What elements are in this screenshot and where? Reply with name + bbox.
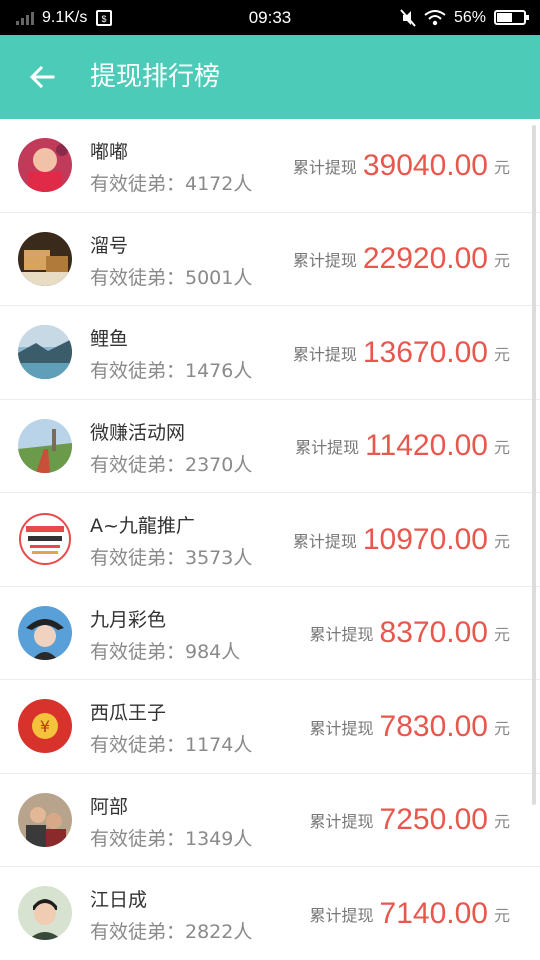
withdrawal-label: 累计提现 [292,344,357,364]
disciple-count: 有效徒弟：2822人 [90,921,253,943]
withdrawal-label: 累计提现 [309,905,374,925]
disciple-count: 有效徒弟：4172人 [90,173,253,195]
back-button[interactable] [20,57,64,97]
app-bar: 提现排行榜 [0,35,540,119]
withdrawal-amount: 39040.00 [362,148,488,182]
disciple-count: 有效徒弟：1349人 [90,827,253,850]
withdrawal-total: 累计提现 10970.00 元 [293,493,510,586]
withdrawal-amount: 13670.00 [362,335,488,369]
user-name: 九月彩色 [90,608,167,631]
avatar [18,605,72,660]
currency-unit: 元 [493,625,510,644]
wifi-icon [424,9,446,25]
avatar [18,886,72,940]
status-bar: 9.1K/s $ 09:33 56% [0,0,540,35]
mute-icon [400,8,416,27]
withdrawal-total: 累计提现 13670.00 元 [293,306,510,399]
battery-percent: 56% [453,8,486,26]
currency-unit: 元 [493,718,510,738]
withdrawal-amount: 11420.00 [365,429,488,462]
user-name: 阿部 [90,795,129,818]
ranking-row[interactable]: 九月彩色有效徒弟：984人 累计提现 8370.00 元 [0,586,540,680]
withdrawal-label: 累计提现 [292,251,357,270]
avatar [18,512,72,566]
svg-text:¥: ¥ [40,717,50,736]
disciple-count: 有效徒弟：1174人 [90,734,253,756]
avatar: ¥ [18,699,72,753]
user-name: 微赚活动网 [90,421,186,444]
ranking-list[interactable]: 嘟嘟 有效徒弟：4172人 累计提现 39040.00 元溜号 有效徒弟：5001人 累计提… [0,119,540,960]
user-name: 溜号 [90,234,129,257]
withdrawal-total: 累计提现 11420.00 元 [295,400,510,493]
withdrawal-label: 累计提现 [309,625,374,644]
ranking-row[interactable]: 江日成有效徒弟：2822人 累计提现 7140.00 元 [0,867,540,960]
currency-unit: 元 [493,157,510,177]
disciple-count: 有效徒弟：2370人 [90,453,253,476]
currency-unit: 元 [493,251,510,270]
avatar [18,325,72,379]
avatar [18,792,72,847]
withdrawal-label: 累计提现 [309,718,374,738]
arrow-left-icon [29,65,55,89]
withdrawal-total: 累计提现 39040.00 元 [293,119,510,212]
ranking-row[interactable]: 嘟嘟有效徒弟：4172人 累计提现 39040.00 元 [0,119,540,213]
disciple-count: 有效徒弟：5001人 [90,266,253,289]
withdrawal-amount: 8370.00 [379,616,488,649]
currency-unit: 元 [493,905,510,925]
battery-icon [494,10,529,25]
currency-unit: 元 [493,438,510,457]
user-name: 鲤鱼 [90,328,129,350]
avatar [18,418,72,473]
withdrawal-label: 累计提现 [295,438,360,457]
withdrawal-total: 累计提现 22920.00 元 [293,213,510,306]
currency-unit: 元 [493,344,510,364]
disciple-count: 有效徒弟：984人 [90,640,241,663]
avatar [18,138,72,192]
withdrawal-amount: 10970.00 [362,522,488,556]
withdrawal-amount: 7140.00 [379,896,488,930]
disciple-count: 有效徒弟：1476人 [90,360,253,382]
withdrawal-total: 累计提现 8370.00 元 [310,587,510,680]
withdrawal-total: 累计提现 7140.00 元 [310,867,510,960]
withdrawal-amount: 22920.00 [362,242,488,275]
withdrawal-label: 累计提现 [292,531,357,551]
withdrawal-label: 累计提现 [292,157,357,177]
page-title: 提现排行榜 [90,62,221,92]
ranking-row[interactable]: 微赚活动网有效徒弟：2370人 累计提现 11420.00 元 [0,399,540,493]
ranking-row[interactable]: 溜号有效徒弟：5001人 累计提现 22920.00 元 [0,212,540,306]
ranking-row[interactable]: A~九龍推广有效徒弟：3573人 累计提现 10970.00 元 [0,493,540,587]
user-name: 江日成 [90,889,148,911]
avatar [18,231,72,286]
withdrawal-total: 累计提现 7250.00 元 [310,774,510,867]
disciple-count: 有效徒弟：3573人 [90,547,253,569]
withdrawal-amount: 7250.00 [379,803,488,836]
ranking-row[interactable]: ¥ 西瓜王子有效徒弟：1174人 累计提现 7830.00 元 [0,680,540,774]
user-name: 嘟嘟 [90,141,129,163]
withdrawal-label: 累计提现 [309,812,374,831]
clock: 09:33 [248,7,292,27]
user-name: 西瓜王子 [90,702,167,724]
ranking-row[interactable]: 鲤鱼有效徒弟：1476人 累计提现 13670.00 元 [0,306,540,400]
currency-unit: 元 [493,812,510,831]
withdrawal-total: 累计提现 7830.00 元 [310,680,510,773]
ranking-row[interactable]: 阿部有效徒弟：1349人 累计提现 7250.00 元 [0,773,540,867]
scrollbar[interactable] [532,125,536,805]
currency-unit: 元 [493,531,510,551]
user-name: A~九龍推广 [90,515,195,537]
withdrawal-amount: 7830.00 [379,709,488,743]
